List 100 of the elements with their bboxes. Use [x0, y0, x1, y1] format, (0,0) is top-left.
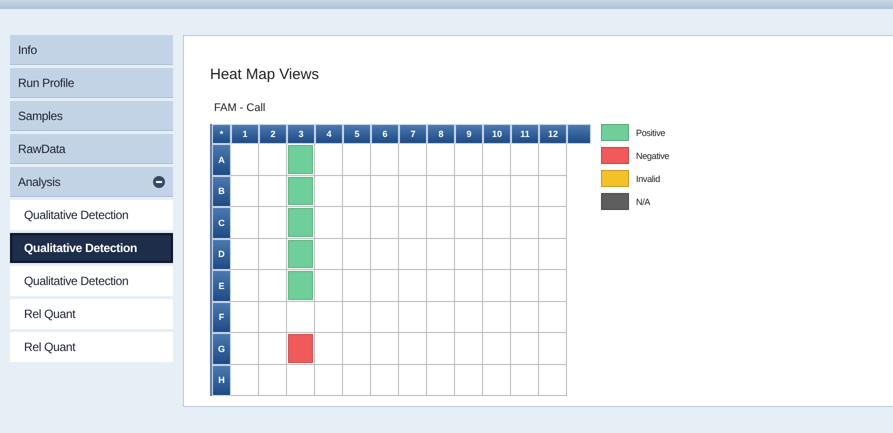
- well-cell[interactable]: [399, 176, 427, 207]
- well-cell[interactable]: [315, 144, 343, 176]
- well-cell[interactable]: [231, 144, 259, 176]
- well-cell[interactable]: [371, 364, 399, 396]
- well-cell[interactable]: [427, 333, 455, 364]
- column-header[interactable]: 2: [259, 124, 287, 144]
- well-cell[interactable]: [455, 270, 483, 302]
- well-cell[interactable]: [427, 144, 455, 176]
- well-cell[interactable]: [343, 144, 371, 176]
- column-header[interactable]: 7: [399, 124, 427, 144]
- well-cell[interactable]: [315, 238, 343, 270]
- well-cell[interactable]: [315, 176, 343, 207]
- well-cell[interactable]: [231, 238, 259, 270]
- well-cell[interactable]: [511, 364, 539, 396]
- well-cell[interactable]: [483, 364, 511, 396]
- well-cell[interactable]: [371, 176, 399, 207]
- well-cell[interactable]: [287, 333, 315, 364]
- well-cell[interactable]: [511, 176, 539, 207]
- well-cell[interactable]: [399, 207, 427, 238]
- sidebar-item[interactable]: Qualitative Detection: [10, 266, 173, 296]
- well-cell[interactable]: [511, 207, 539, 238]
- well-cell[interactable]: [539, 333, 567, 364]
- well-cell[interactable]: [259, 176, 287, 207]
- well-cell[interactable]: [399, 144, 427, 176]
- column-header[interactable]: 11: [511, 124, 539, 144]
- column-header[interactable]: 8: [427, 124, 455, 144]
- well-cell[interactable]: [371, 238, 399, 270]
- well-cell[interactable]: [315, 207, 343, 238]
- well-cell[interactable]: [231, 270, 259, 302]
- well-cell[interactable]: [539, 302, 567, 333]
- well-cell[interactable]: [511, 333, 539, 364]
- well-cell[interactable]: [483, 207, 511, 238]
- well-cell[interactable]: [511, 238, 539, 270]
- well-cell[interactable]: [483, 144, 511, 176]
- row-header[interactable]: F: [212, 302, 231, 333]
- row-header[interactable]: C: [212, 207, 231, 238]
- sidebar-section[interactable]: Analysis: [10, 167, 173, 197]
- column-header[interactable]: 1: [231, 124, 259, 144]
- column-header[interactable]: 9: [455, 124, 483, 144]
- well-cell[interactable]: [259, 144, 287, 176]
- row-header[interactable]: A: [212, 144, 231, 176]
- well-cell[interactable]: [455, 333, 483, 364]
- well-cell[interactable]: [511, 144, 539, 176]
- row-header[interactable]: B: [212, 176, 231, 207]
- sidebar-item[interactable]: Info: [10, 35, 173, 65]
- well-cell[interactable]: [259, 364, 287, 396]
- well-cell[interactable]: [455, 176, 483, 207]
- well-cell[interactable]: [231, 333, 259, 364]
- well-cell[interactable]: [315, 333, 343, 364]
- sidebar-item[interactable]: Rel Quant: [10, 299, 173, 329]
- well-cell[interactable]: [539, 176, 567, 207]
- well-cell[interactable]: [315, 302, 343, 333]
- column-header[interactable]: 4: [315, 124, 343, 144]
- sidebar-item[interactable]: Rel Quant: [10, 332, 173, 362]
- well-cell[interactable]: [343, 333, 371, 364]
- well-cell[interactable]: [259, 270, 287, 302]
- column-header[interactable]: 12: [539, 124, 567, 144]
- sidebar-item[interactable]: RawData: [10, 134, 173, 164]
- well-cell[interactable]: [343, 302, 371, 333]
- well-cell[interactable]: [483, 270, 511, 302]
- sidebar-item[interactable]: Run Profile: [10, 68, 173, 98]
- well-cell[interactable]: [539, 364, 567, 396]
- well-cell[interactable]: [399, 270, 427, 302]
- well-cell[interactable]: [539, 270, 567, 302]
- well-cell[interactable]: [287, 207, 315, 238]
- well-cell[interactable]: [427, 207, 455, 238]
- well-cell[interactable]: [343, 207, 371, 238]
- well-cell[interactable]: [231, 302, 259, 333]
- well-cell[interactable]: [343, 176, 371, 207]
- well-cell[interactable]: [483, 176, 511, 207]
- column-header[interactable]: 3: [287, 124, 315, 144]
- well-cell[interactable]: [427, 238, 455, 270]
- well-cell[interactable]: [427, 302, 455, 333]
- well-cell[interactable]: [511, 270, 539, 302]
- row-header[interactable]: E: [212, 270, 231, 302]
- well-cell[interactable]: [399, 333, 427, 364]
- well-cell[interactable]: [259, 207, 287, 238]
- well-cell[interactable]: [371, 207, 399, 238]
- well-cell[interactable]: [259, 333, 287, 364]
- well-cell[interactable]: [427, 176, 455, 207]
- well-cell[interactable]: [259, 238, 287, 270]
- select-all-header[interactable]: *: [212, 124, 231, 144]
- row-header[interactable]: G: [212, 333, 231, 364]
- column-header[interactable]: 5: [343, 124, 371, 144]
- collapse-icon[interactable]: [153, 176, 165, 188]
- well-cell[interactable]: [483, 238, 511, 270]
- well-cell[interactable]: [287, 238, 315, 270]
- well-cell[interactable]: [455, 207, 483, 238]
- well-cell[interactable]: [231, 176, 259, 207]
- well-cell[interactable]: [427, 364, 455, 396]
- well-cell[interactable]: [427, 270, 455, 302]
- well-cell[interactable]: [287, 176, 315, 207]
- well-cell[interactable]: [371, 144, 399, 176]
- well-cell[interactable]: [455, 364, 483, 396]
- sidebar-item[interactable]: Qualitative Detection: [10, 200, 173, 230]
- well-cell[interactable]: [539, 144, 567, 176]
- well-cell[interactable]: [287, 144, 315, 176]
- well-cell[interactable]: [399, 302, 427, 333]
- well-cell[interactable]: [371, 302, 399, 333]
- well-cell[interactable]: [455, 302, 483, 333]
